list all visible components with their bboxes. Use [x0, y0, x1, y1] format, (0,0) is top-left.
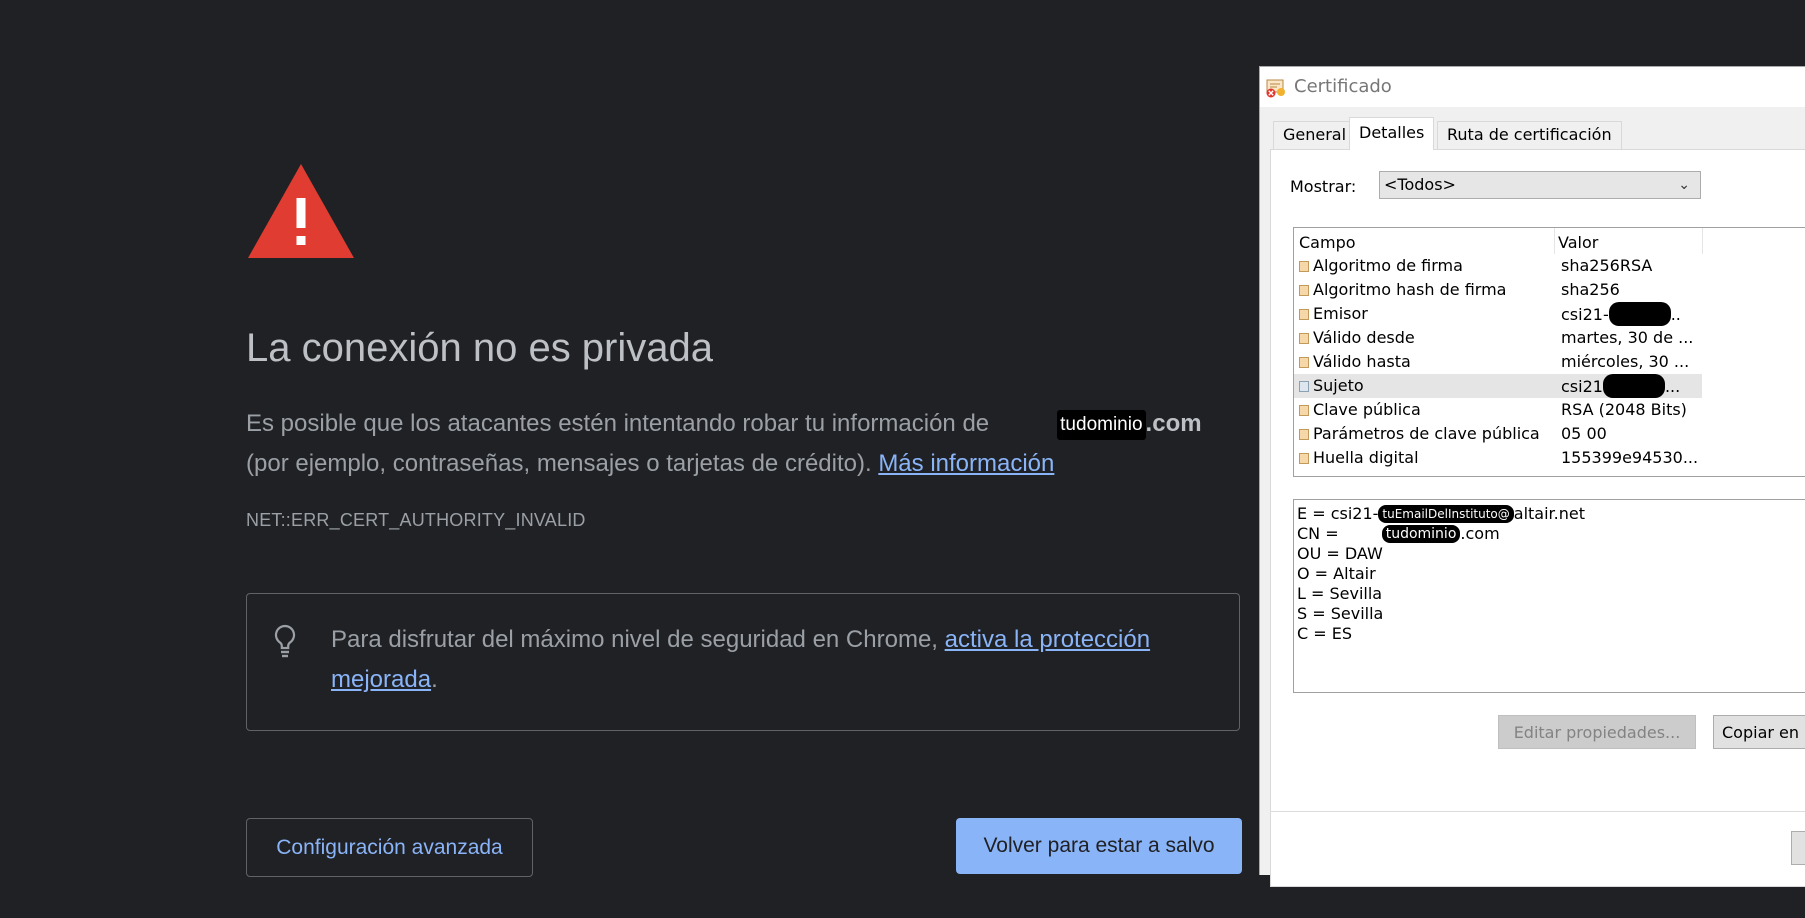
chevron-down-icon: ⌄	[1678, 177, 1690, 193]
detail-line: O = Altair	[1297, 564, 1376, 583]
detail-line-cn: CN = tudominio .com	[1297, 524, 1805, 544]
more-info-link[interactable]: Más información	[878, 450, 1054, 477]
dialog-titlebar[interactable]: Certificado	[1260, 67, 1805, 107]
value-suffix: ...	[1664, 377, 1681, 396]
redaction-tag: tuEmailDelInstituto@	[1378, 505, 1514, 523]
column-separator[interactable]	[1702, 228, 1703, 254]
fields-list[interactable]: Campo Valor Algoritmo de firma sha256RSA…	[1293, 227, 1805, 477]
redaction-blob	[1602, 374, 1665, 398]
field-row[interactable]: Huella digital 155399e94530...	[1294, 446, 1702, 470]
field-row[interactable]: Algoritmo hash de firma sha256	[1294, 278, 1702, 302]
certificate-dialog: Certificado General Detalles Ruta de cer…	[1259, 66, 1805, 887]
divider	[1270, 811, 1805, 812]
field-value: csi21-..	[1561, 302, 1681, 327]
detail-line: OU = DAW	[1297, 544, 1383, 563]
redaction-blob	[1608, 302, 1671, 326]
field-detail-text[interactable]: E = csi21- tuEmailDelInstituto@ altair.net…	[1293, 499, 1805, 693]
column-header-field[interactable]: Campo	[1299, 233, 1356, 252]
tab-general[interactable]: General	[1273, 121, 1357, 149]
field-value: martes, 30 de ...	[1561, 328, 1694, 347]
redaction-tag: tudominio	[1381, 525, 1461, 543]
certificate-icon	[1266, 79, 1285, 98]
field-row[interactable]: Válido hasta miércoles, 30 ...	[1294, 350, 1702, 374]
field-name: Algoritmo de firma	[1313, 256, 1463, 275]
field-name: Emisor	[1313, 304, 1368, 323]
detail-prefix: CN =	[1297, 524, 1344, 543]
detail-suffix: .com	[1460, 524, 1500, 543]
field-value: sha256	[1561, 280, 1620, 299]
field-name: Válido desde	[1313, 328, 1415, 347]
field-icon	[1299, 381, 1309, 392]
detail-line: C = ES	[1297, 624, 1353, 643]
ok-button[interactable]	[1791, 831, 1805, 865]
field-row-selected[interactable]: Sujeto csi21...	[1294, 374, 1702, 398]
body-line1-prefix: Es posible que los atacantes estén inten…	[246, 410, 990, 437]
column-separator[interactable]	[1554, 228, 1555, 254]
dialog-title: Certificado	[1294, 76, 1392, 97]
field-value: sha256RSA	[1561, 256, 1653, 275]
copy-to-file-button[interactable]: Copiar en	[1713, 715, 1805, 749]
body-line2-prefix: (por ejemplo, contraseñas, mensajes o ta…	[246, 450, 872, 477]
field-value: miércoles, 30 ...	[1561, 352, 1690, 371]
field-row[interactable]: Emisor csi21-..	[1294, 302, 1702, 326]
field-icon	[1299, 309, 1309, 320]
field-value: RSA (2048 Bits)	[1561, 400, 1687, 419]
detail-prefix: E = csi21-	[1297, 504, 1379, 523]
field-icon	[1299, 333, 1309, 344]
field-value: 05 00	[1561, 424, 1607, 443]
domain-suffix: .com	[1145, 410, 1202, 437]
tip-text: Para disfrutar del máximo nivel de segur…	[331, 620, 1211, 700]
detail-suffix: altair.net	[1513, 504, 1585, 523]
field-name: Sujeto	[1313, 376, 1364, 395]
tip-suffix: .	[431, 666, 438, 693]
field-row[interactable]: Válido desde martes, 30 de ...	[1294, 326, 1702, 350]
back-to-safety-button[interactable]: Volver para estar a salvo	[956, 818, 1242, 874]
show-dropdown[interactable]: <Todos> ⌄	[1379, 171, 1701, 199]
error-code: NET::ERR_CERT_AUTHORITY_INVALID	[246, 510, 586, 530]
field-icon	[1299, 429, 1309, 440]
column-header-value[interactable]: Valor	[1558, 233, 1598, 252]
fields-header: Campo Valor	[1294, 228, 1805, 254]
page-title: La conexión no es privada	[246, 326, 713, 370]
field-value: csi21...	[1561, 374, 1680, 399]
field-row[interactable]: Clave pública RSA (2048 Bits)	[1294, 398, 1702, 422]
show-dropdown-value: <Todos>	[1384, 175, 1456, 194]
field-name: Algoritmo hash de firma	[1313, 280, 1507, 299]
field-name: Parámetros de clave pública	[1313, 424, 1540, 443]
field-icon	[1299, 285, 1309, 296]
lightbulb-icon	[274, 624, 296, 658]
value-prefix: csi21-	[1561, 305, 1609, 324]
field-icon	[1299, 261, 1309, 272]
redacted-domain: tudominio	[1057, 410, 1146, 440]
value-suffix: ..	[1670, 305, 1681, 324]
detail-line: L = Sevilla	[1297, 584, 1383, 603]
field-row[interactable]: Algoritmo de firma sha256RSA	[1294, 254, 1702, 278]
tip-prefix: Para disfrutar del máximo nivel de segur…	[331, 626, 945, 653]
field-icon	[1299, 357, 1309, 368]
field-value: 155399e94530...	[1561, 448, 1699, 467]
show-label: Mostrar:	[1290, 177, 1357, 196]
enhanced-protection-tip: Para disfrutar del máximo nivel de segur…	[246, 593, 1240, 731]
body-text: Es posible que los atacantes estén inten…	[246, 404, 1246, 484]
tab-details[interactable]: Detalles	[1349, 117, 1435, 150]
value-prefix: csi21	[1561, 377, 1603, 396]
field-row[interactable]: Parámetros de clave pública 05 00	[1294, 422, 1702, 446]
advanced-settings-button[interactable]: Configuración avanzada	[246, 818, 533, 877]
field-name: Huella digital	[1313, 448, 1419, 467]
field-icon	[1299, 453, 1309, 464]
warning-triangle-icon	[248, 164, 354, 258]
detail-line-email: E = csi21- tuEmailDelInstituto@ altair.net	[1297, 504, 1805, 524]
detail-line: S = Sevilla	[1297, 604, 1384, 623]
edit-properties-button[interactable]: Editar propiedades...	[1498, 715, 1696, 749]
tab-certification-path[interactable]: Ruta de certificación	[1437, 121, 1622, 149]
field-name: Válido hasta	[1313, 352, 1411, 371]
field-icon	[1299, 405, 1309, 416]
field-name: Clave pública	[1313, 400, 1421, 419]
